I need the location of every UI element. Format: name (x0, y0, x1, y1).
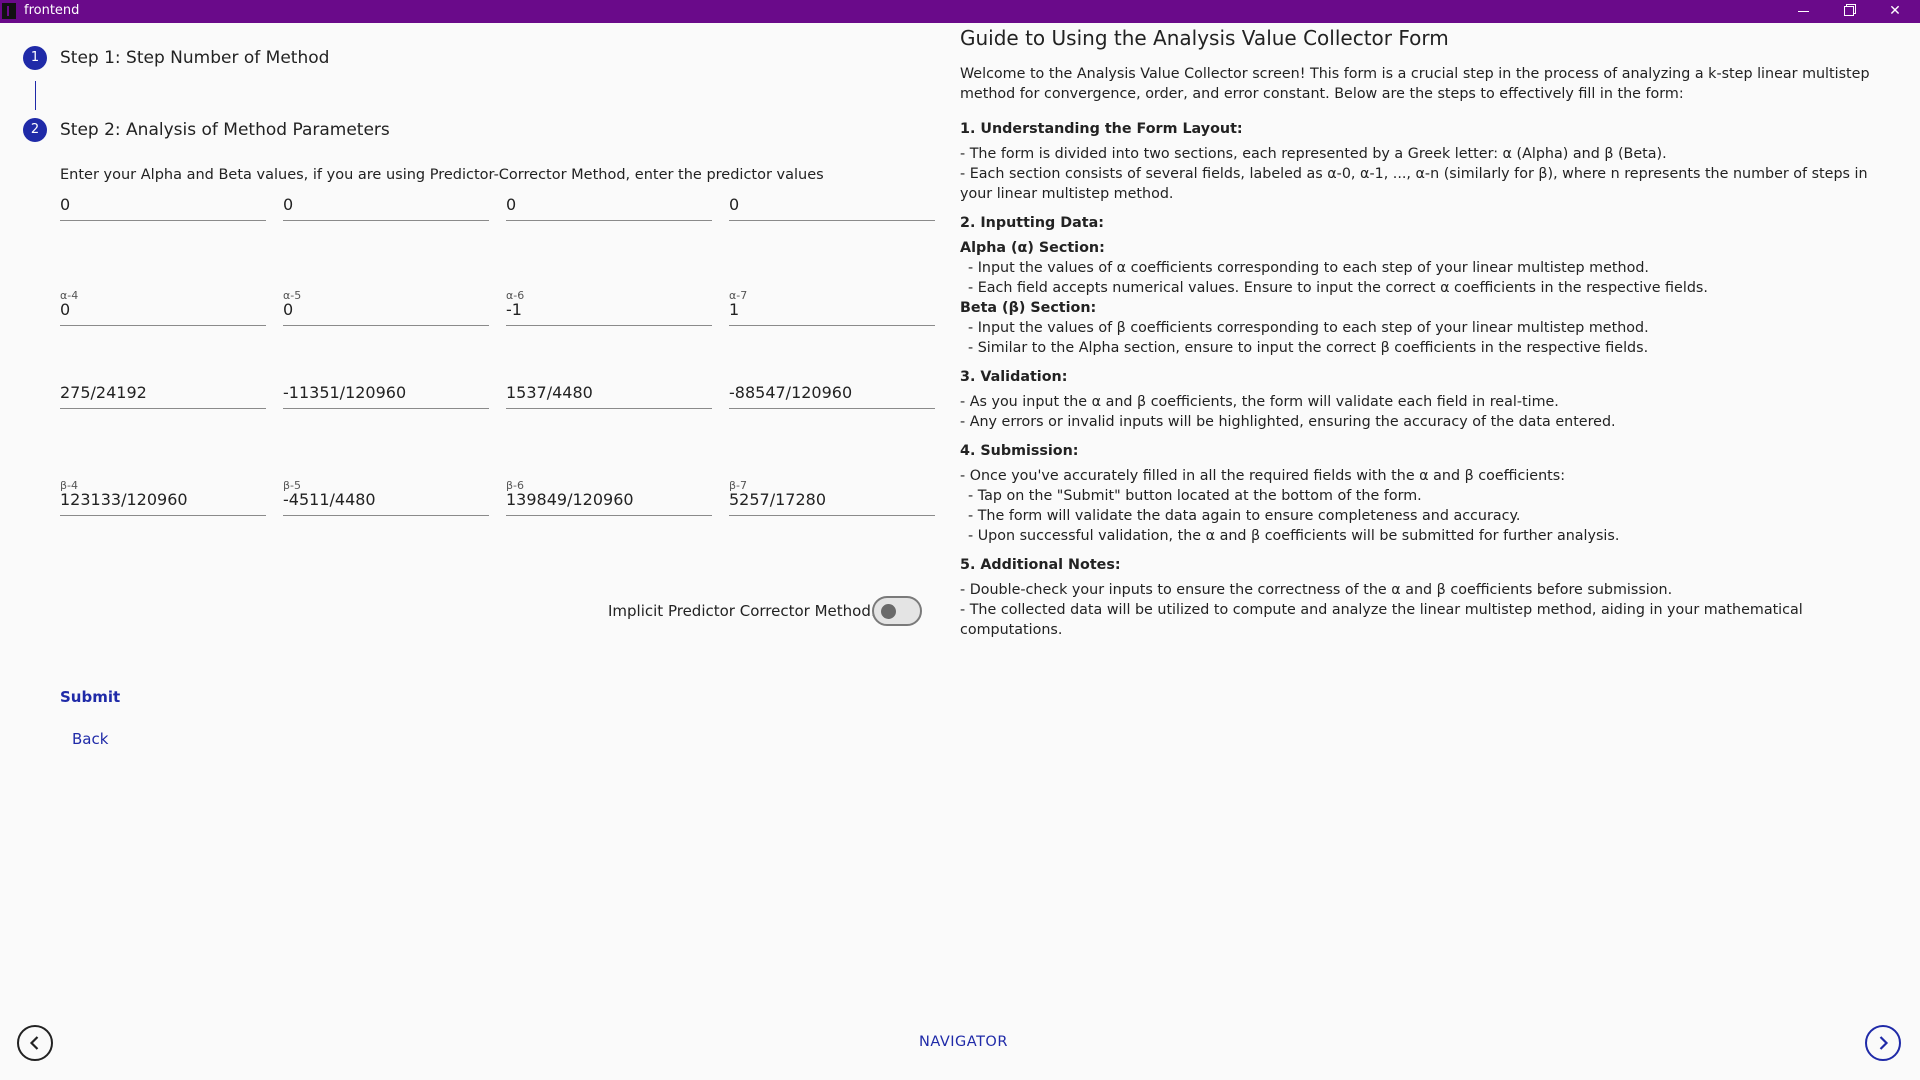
alpha-1-value[interactable]: 0 (283, 195, 293, 214)
guide-section-4-title: 4. Submission: (960, 443, 1079, 459)
beta-0-field[interactable]: 275/24192 (60, 374, 266, 409)
alpha-3-value[interactable]: 0 (729, 195, 739, 214)
beta-6-field[interactable]: β-6 139849/120960 (506, 479, 712, 516)
alpha-3-field[interactable]: 0 (729, 186, 935, 221)
window-title: frontend (24, 3, 80, 18)
maximize-icon[interactable] (1826, 0, 1872, 23)
alpha-5-field[interactable]: α-5 0 (283, 289, 489, 326)
beta-6-value[interactable]: 139849/120960 (506, 490, 634, 509)
alpha-2-value[interactable]: 0 (506, 195, 516, 214)
guide-s5-line-1: - Double-check your inputs to ensure the… (960, 582, 1673, 598)
alpha-1-field[interactable]: 0 (283, 186, 489, 221)
beta-2-field[interactable]: 1537/4480 (506, 374, 712, 409)
stepper-connector (35, 81, 36, 110)
guide-s4-line-2: - Tap on the "Submit" button located at … (968, 488, 1422, 504)
beta-0-value[interactable]: 275/24192 (60, 383, 147, 402)
guide-s4-line-1: - Once you've accurately filled in all t… (960, 468, 1566, 484)
guide-section-1-title: 1. Understanding the Form Layout: (960, 121, 1243, 137)
beta-7-value[interactable]: 5257/17280 (729, 490, 826, 509)
alpha-6-value[interactable]: -1 (506, 300, 522, 319)
instruction-text: Enter your Alpha and Beta values, if you… (60, 167, 824, 183)
step-1-indicator[interactable]: 1 (23, 46, 47, 70)
submit-button[interactable]: Submit (60, 688, 120, 706)
back-button[interactable]: Back (72, 730, 108, 748)
navigator-label: NAVIGATOR (919, 1034, 1008, 1050)
chevron-right-icon (1879, 1036, 1889, 1050)
guide-s3-line-2: - Any errors or invalid inputs will be h… (960, 414, 1616, 430)
guide-s2-alpha-line-2: - Each field accepts numerical values. E… (968, 280, 1708, 296)
guide-s3-line-1: - As you input the α and β coefficients,… (960, 394, 1559, 410)
title-bar: frontend ✕ (0, 0, 1920, 23)
guide-s2-alpha-line-1: - Input the values of α coefficients cor… (968, 260, 1649, 276)
chevron-left-icon (29, 1036, 39, 1050)
beta-4-value[interactable]: 123133/120960 (60, 490, 188, 509)
guide-s4-line-4: - Upon successful validation, the α and … (968, 528, 1620, 544)
implicit-pc-toggle-label: Implicit Predictor Corrector Method: (608, 602, 876, 620)
guide-section-5-title: 5. Additional Notes: (960, 557, 1121, 573)
beta-3-value[interactable]: -88547/120960 (729, 383, 852, 402)
close-icon[interactable]: ✕ (1872, 0, 1918, 23)
alpha-5-value[interactable]: 0 (283, 300, 293, 319)
alpha-0-value[interactable]: 0 (60, 195, 70, 214)
beta-1-field[interactable]: -11351/120960 (283, 374, 489, 409)
guide-section-3-title: 3. Validation: (960, 369, 1068, 385)
minimize-icon[interactable] (1780, 0, 1826, 23)
alpha-2-field[interactable]: 0 (506, 186, 712, 221)
alpha-4-value[interactable]: 0 (60, 300, 70, 319)
guide-s1-line-2: - Each section consists of several field… (960, 166, 1868, 202)
guide-s2-beta-line-1: - Input the values of β coefficients cor… (968, 320, 1649, 336)
step-1-label[interactable]: Step 1: Step Number of Method (60, 48, 329, 68)
beta-2-value[interactable]: 1537/4480 (506, 383, 593, 402)
guide-s1-line-1: - The form is divided into two sections,… (960, 146, 1667, 162)
beta-1-value[interactable]: -11351/120960 (283, 383, 406, 402)
guide-title: Guide to Using the Analysis Value Collec… (960, 26, 1449, 50)
beta-3-field[interactable]: -88547/120960 (729, 374, 935, 409)
beta-5-field[interactable]: β-5 -4511/4480 (283, 479, 489, 516)
beta-7-field[interactable]: β-7 5257/17280 (729, 479, 935, 516)
guide-intro: Welcome to the Analysis Value Collector … (960, 66, 1870, 102)
alpha-6-field[interactable]: α-6 -1 (506, 289, 712, 326)
guide-s4-line-3: - The form will validate the data again … (968, 508, 1521, 524)
previous-page-button[interactable] (17, 1025, 53, 1061)
alpha-4-field[interactable]: α-4 0 (60, 289, 266, 326)
alpha-0-field[interactable]: 0 (60, 186, 266, 221)
beta-4-field[interactable]: β-4 123133/120960 (60, 479, 266, 516)
guide-s2-beta-line-2: - Similar to the Alpha section, ensure t… (968, 340, 1649, 356)
guide-beta-section-title: Beta (β) Section: (960, 300, 1097, 316)
guide-section-2-title: 2. Inputting Data: (960, 215, 1104, 231)
app-icon (2, 3, 16, 19)
step-2-label[interactable]: Step 2: Analysis of Method Parameters (60, 120, 390, 140)
toggle-knob (881, 604, 896, 619)
guide-panel: Guide to Using the Analysis Value Collec… (960, 25, 1900, 640)
step-2-indicator[interactable]: 2 (23, 118, 47, 142)
implicit-pc-toggle[interactable] (872, 596, 922, 626)
guide-s5-line-2: - The collected data will be utilized to… (960, 602, 1803, 638)
alpha-7-value[interactable]: 1 (729, 300, 739, 319)
next-page-button[interactable] (1865, 1025, 1901, 1061)
alpha-7-field[interactable]: α-7 1 (729, 289, 935, 326)
guide-alpha-section-title: Alpha (α) Section: (960, 240, 1105, 256)
beta-5-value[interactable]: -4511/4480 (283, 490, 376, 509)
